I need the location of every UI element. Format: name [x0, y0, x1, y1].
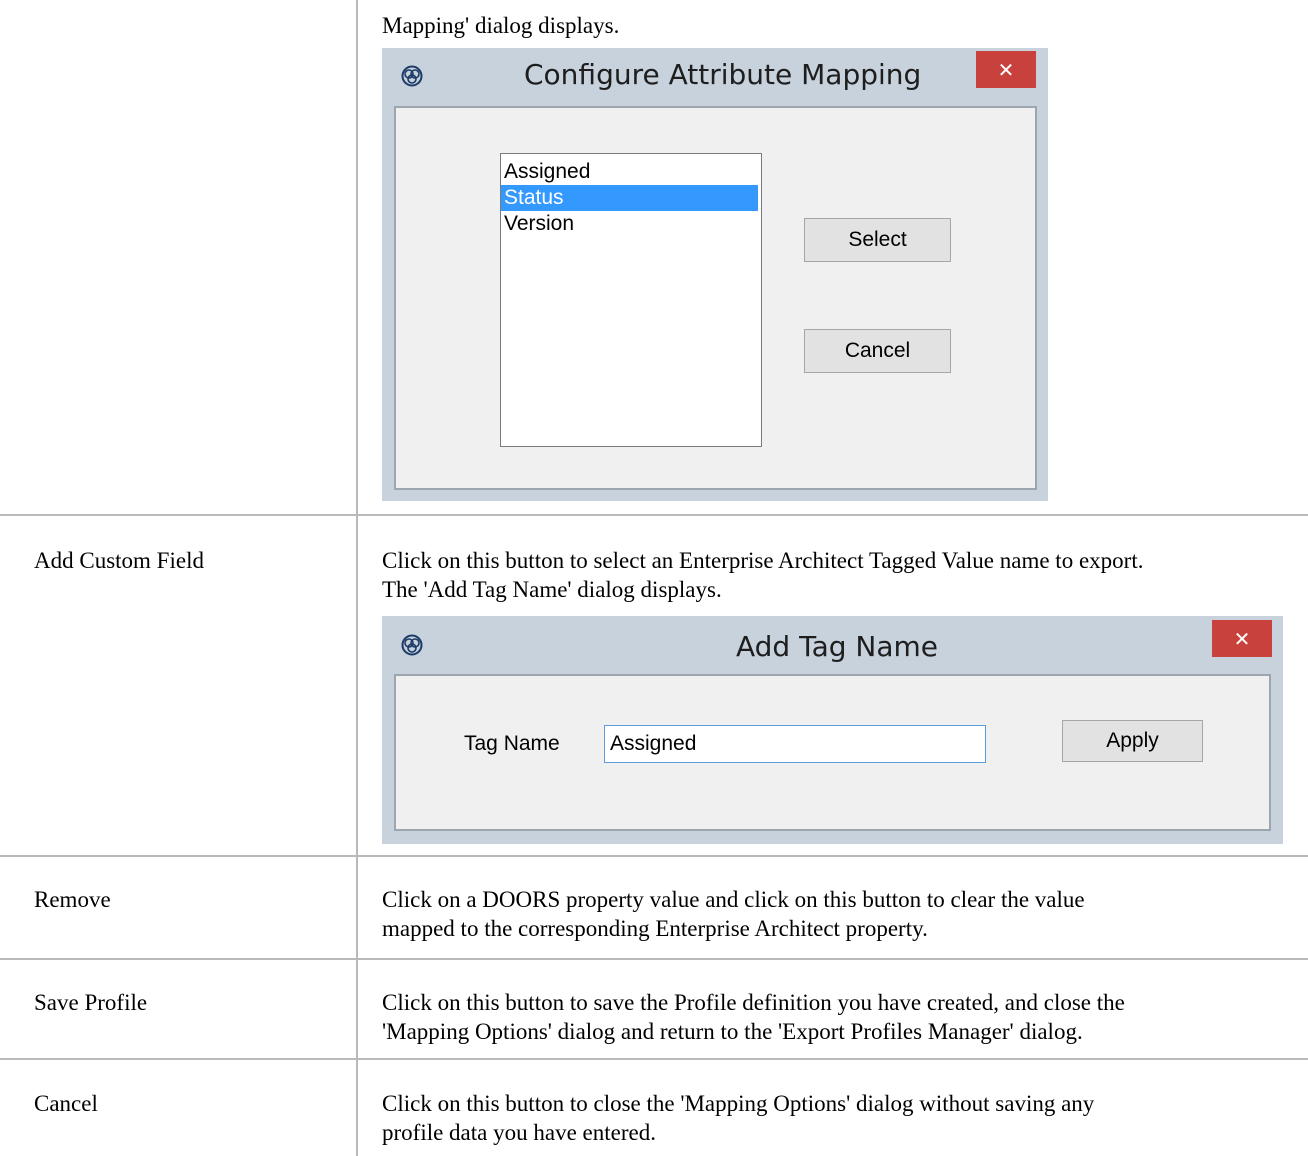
- row-description-line: Click on this button to save the Profile…: [382, 990, 1125, 1015]
- tag-name-label: Tag Name: [464, 732, 560, 755]
- tag-name-input[interactable]: Assigned: [604, 725, 986, 763]
- row-divider: [0, 514, 1308, 516]
- dialog-body: Tag Name Assigned Apply: [394, 674, 1271, 831]
- column-divider: [356, 0, 358, 1156]
- row-description-line: Mapping' dialog displays.: [382, 13, 620, 38]
- cancel-button[interactable]: Cancel: [804, 329, 951, 373]
- row-description-line: Click on this button to select an Enterp…: [382, 548, 1144, 573]
- row-description-line: Click on a DOORS property value and clic…: [382, 887, 1085, 912]
- close-icon: ✕: [997, 57, 1015, 82]
- close-button[interactable]: ✕: [976, 51, 1036, 88]
- row-label: Cancel: [34, 1091, 98, 1116]
- app-logo-icon: [401, 634, 423, 656]
- dialog-title: Add Tag Name: [736, 630, 939, 663]
- row-description-line: profile data you have entered.: [382, 1120, 656, 1145]
- row-description-line: The 'Add Tag Name' dialog displays.: [382, 577, 722, 602]
- add-tag-name-dialog: Add Tag Name ✕ Tag Name Assigned Apply: [382, 616, 1283, 844]
- list-item[interactable]: Version: [501, 211, 761, 237]
- row-description-line: Click on this button to close the 'Mappi…: [382, 1091, 1095, 1116]
- row-description-line: mapped to the corresponding Enterprise A…: [382, 916, 928, 941]
- row-divider: [0, 958, 1308, 960]
- close-icon: ✕: [1233, 626, 1251, 651]
- list-item-selected[interactable]: Status: [501, 185, 758, 211]
- attribute-listbox[interactable]: Assigned Status Version: [500, 153, 762, 447]
- row-divider: [0, 1058, 1308, 1060]
- app-logo-icon: [401, 65, 423, 87]
- configure-attribute-mapping-dialog: Configure Attribute Mapping ✕ Assigned S…: [382, 48, 1048, 501]
- row-divider: [0, 855, 1308, 857]
- row-label: Add Custom Field: [34, 548, 204, 573]
- dialog-body: Assigned Status Version Select Cancel: [394, 106, 1037, 490]
- list-item[interactable]: Assigned: [501, 159, 761, 185]
- apply-button[interactable]: Apply: [1062, 720, 1203, 762]
- row-description-line: 'Mapping Options' dialog and return to t…: [382, 1019, 1083, 1044]
- row-label: Save Profile: [34, 990, 148, 1015]
- dialog-title: Configure Attribute Mapping: [524, 58, 922, 91]
- row-label: Remove: [34, 887, 111, 912]
- close-button[interactable]: ✕: [1212, 620, 1272, 657]
- select-button[interactable]: Select: [804, 218, 951, 262]
